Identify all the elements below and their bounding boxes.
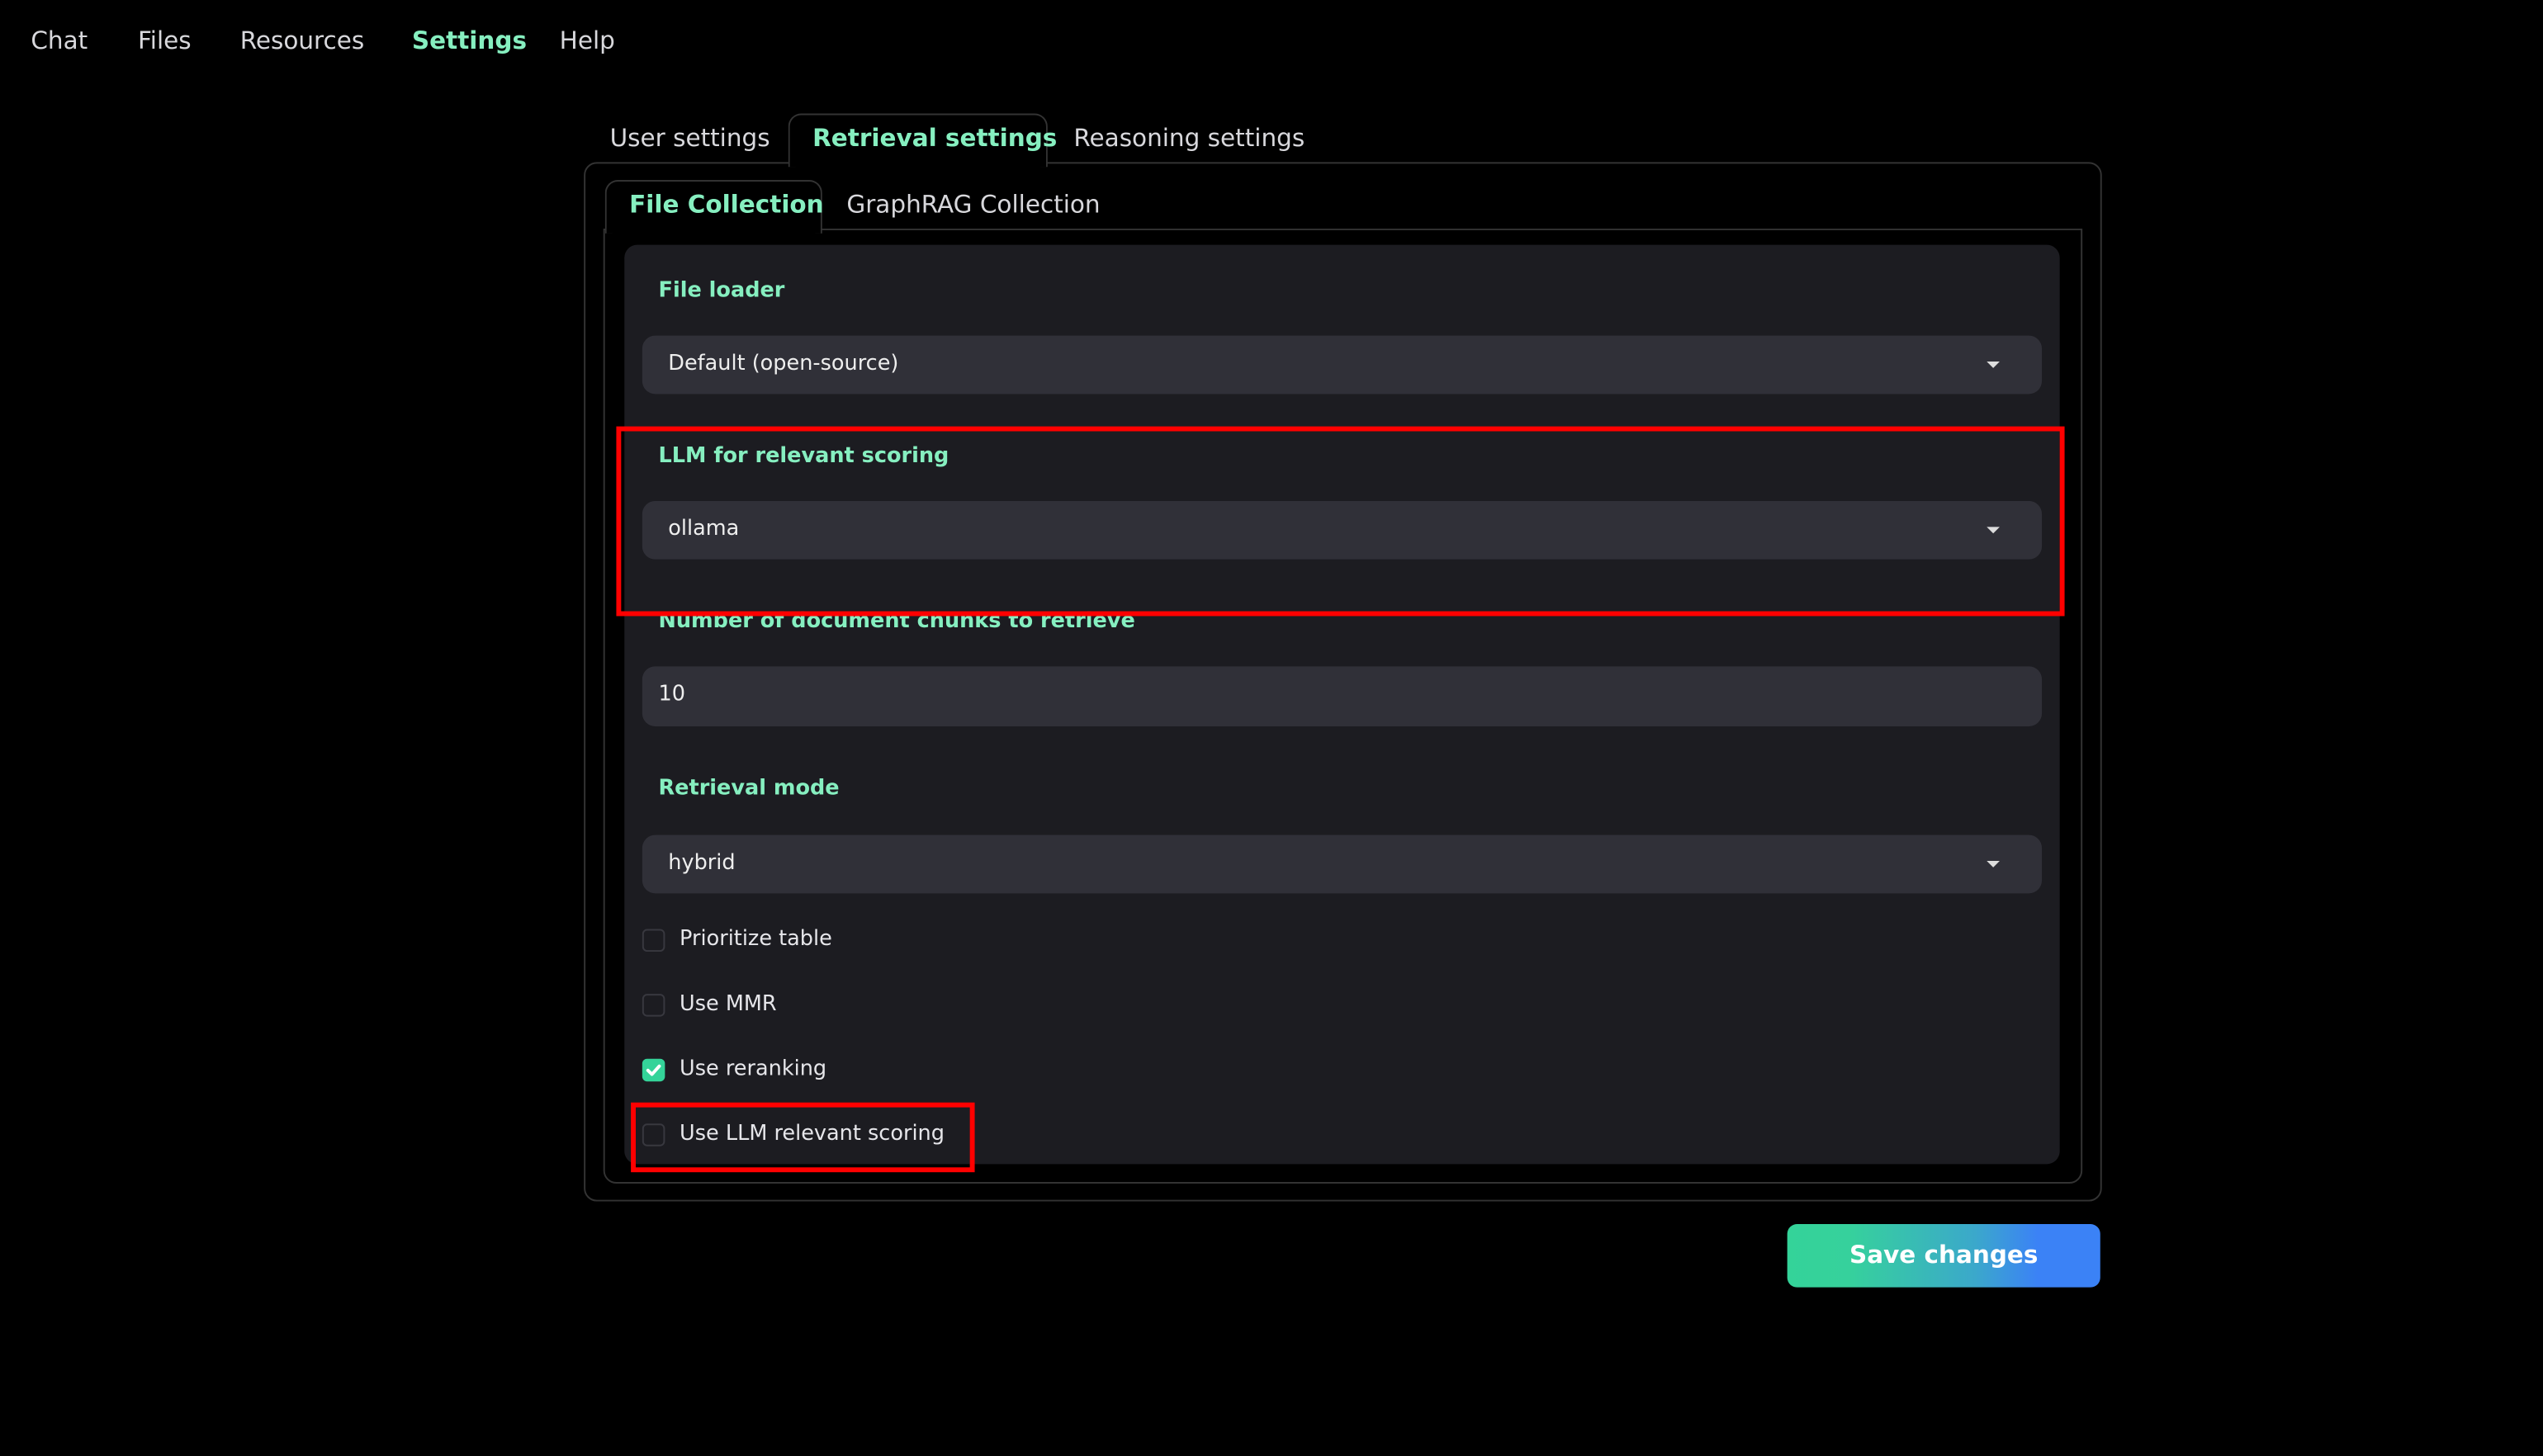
tab-file-collection[interactable]: File Collection (629, 190, 824, 219)
nav-resources[interactable]: Resources (240, 26, 364, 54)
use-reranking-checkbox[interactable] (642, 1058, 665, 1082)
file-loader-select[interactable]: Default (open-source) (642, 335, 2043, 395)
prioritize-table-checkbox[interactable] (642, 929, 665, 953)
chevron-down-icon (1987, 861, 2000, 867)
highlight-box-use-llm-scoring (631, 1102, 975, 1173)
file-loader-label: File loader (658, 278, 785, 304)
tab-graphrag-collection[interactable]: GraphRAG Collection (846, 190, 1100, 219)
nav-files[interactable]: Files (138, 26, 192, 54)
tab-user-settings[interactable]: User settings (610, 123, 770, 152)
nav-help[interactable]: Help (560, 26, 615, 54)
chevron-down-icon (1987, 362, 2000, 368)
tab-retrieval-settings[interactable]: Retrieval settings (812, 123, 1057, 152)
retrieval-mode-select[interactable]: hybrid (642, 834, 2043, 894)
use-mmr-label: Use MMR (680, 992, 777, 1017)
num-chunks-input[interactable]: 10 (642, 666, 2043, 727)
nav-settings[interactable]: Settings (412, 26, 527, 54)
app: Chat Files Resources Settings Help User … (0, 0, 2543, 1456)
save-changes-button[interactable]: Save changes (1787, 1224, 2100, 1288)
tab-reasoning-settings[interactable]: Reasoning settings (1073, 123, 1305, 152)
file-loader-value: Default (open-source) (668, 352, 899, 376)
highlight-box-llm-scoring (616, 426, 2065, 617)
nav-chat[interactable]: Chat (31, 26, 88, 54)
check-icon (646, 1064, 661, 1076)
prioritize-table-label: Prioritize table (680, 927, 832, 953)
use-reranking-label: Use reranking (680, 1057, 827, 1082)
retrieval-mode-value: hybrid (668, 851, 736, 876)
use-mmr-checkbox[interactable] (642, 994, 665, 1017)
retrieval-mode-label: Retrieval mode (658, 776, 840, 801)
num-chunks-value: 10 (658, 682, 686, 707)
